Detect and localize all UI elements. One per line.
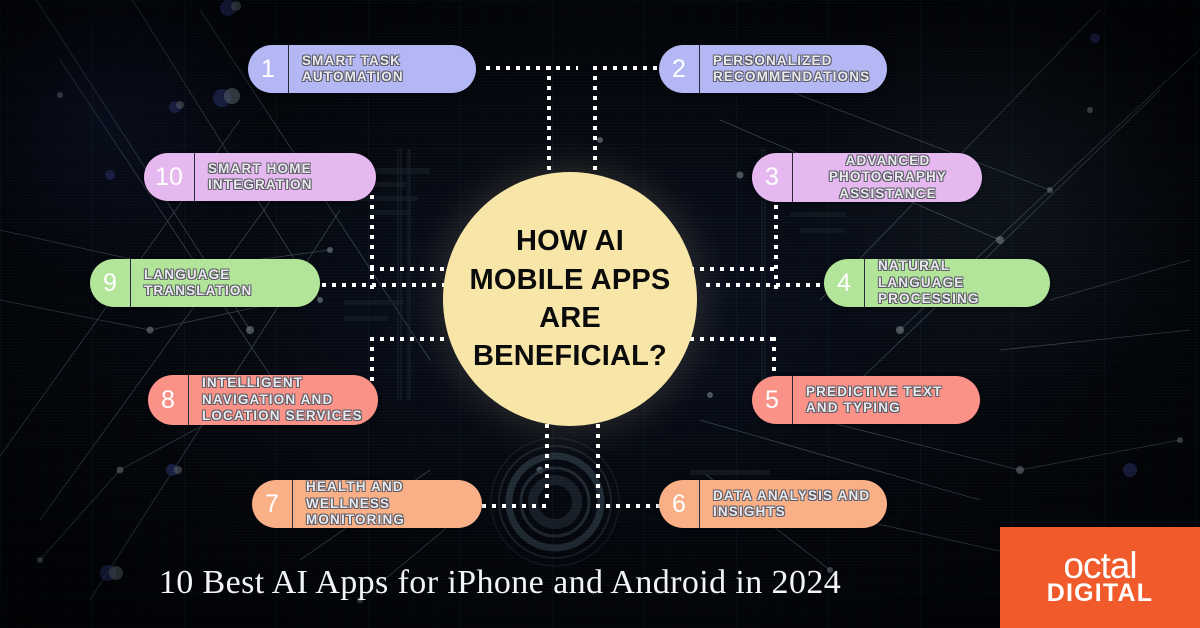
node-item-1[interactable]: 1 SMART TASK AUTOMATION [248,45,476,93]
node-number-10: 10 [144,153,195,201]
infographic-canvas: HOW AI MOBILE APPS ARE BENEFICIAL? 1 SMA… [0,0,1200,628]
node-number-1: 1 [248,45,289,93]
node-label-5: PREDICTIVE TEXT AND TYPING [806,383,943,415]
node-label-2: PERSONALIZED RECOMMENDATIONS [713,52,871,84]
node-number-3: 3 [752,153,793,202]
node-number-4: 4 [824,259,865,307]
node-label-10: SMART HOME INTEGRATION [208,160,313,192]
node-label-7: HEALTH AND WELLNESS MONITORING [306,480,405,528]
node-number-2: 2 [659,45,700,93]
node-number-5: 5 [752,376,793,424]
decor-ring [490,437,620,567]
brand-logo-secondary: DIGITAL [1046,578,1154,607]
node-label-4: NATURAL LANGUAGE PROCESSING [878,259,980,307]
node-label-9: LANGUAGE TRANSLATION [144,266,253,298]
node-number-9: 9 [90,259,131,307]
node-item-9[interactable]: 9 LANGUAGE TRANSLATION [90,259,320,307]
node-item-2[interactable]: 2 PERSONALIZED RECOMMENDATIONS [659,45,887,93]
node-number-6: 6 [659,480,700,528]
node-label-3: ADVANCED PHOTOGRAPHY ASSISTANCE [828,153,948,201]
footer-headline: 10 Best AI Apps for iPhone and Android i… [158,564,842,601]
center-hub-title: HOW AI MOBILE APPS ARE BENEFICIAL? [469,225,671,373]
node-item-8[interactable]: 8 INTELLIGENT NAVIGATION AND LOCATION SE… [148,375,378,425]
node-item-4[interactable]: 4 NATURAL LANGUAGE PROCESSING [824,259,1050,307]
node-item-5[interactable]: 5 PREDICTIVE TEXT AND TYPING [752,376,980,424]
brand-logo[interactable]: octal DIGITAL [1000,527,1200,628]
center-hub: HOW AI MOBILE APPS ARE BENEFICIAL? [443,172,697,426]
node-label-1: SMART TASK AUTOMATION [302,52,404,84]
node-item-6[interactable]: 6 DATA ANALYSIS AND INSIGHTS [659,480,887,528]
node-label-6: DATA ANALYSIS AND INSIGHTS [713,487,871,519]
node-label-8: INTELLIGENT NAVIGATION AND LOCATION SERV… [202,375,363,424]
node-item-3[interactable]: 3 ADVANCED PHOTOGRAPHY ASSISTANCE [752,153,982,202]
node-number-7: 7 [252,480,293,528]
node-item-10[interactable]: 10 SMART HOME INTEGRATION [144,153,376,201]
node-item-7[interactable]: 7 HEALTH AND WELLNESS MONITORING [252,480,482,528]
